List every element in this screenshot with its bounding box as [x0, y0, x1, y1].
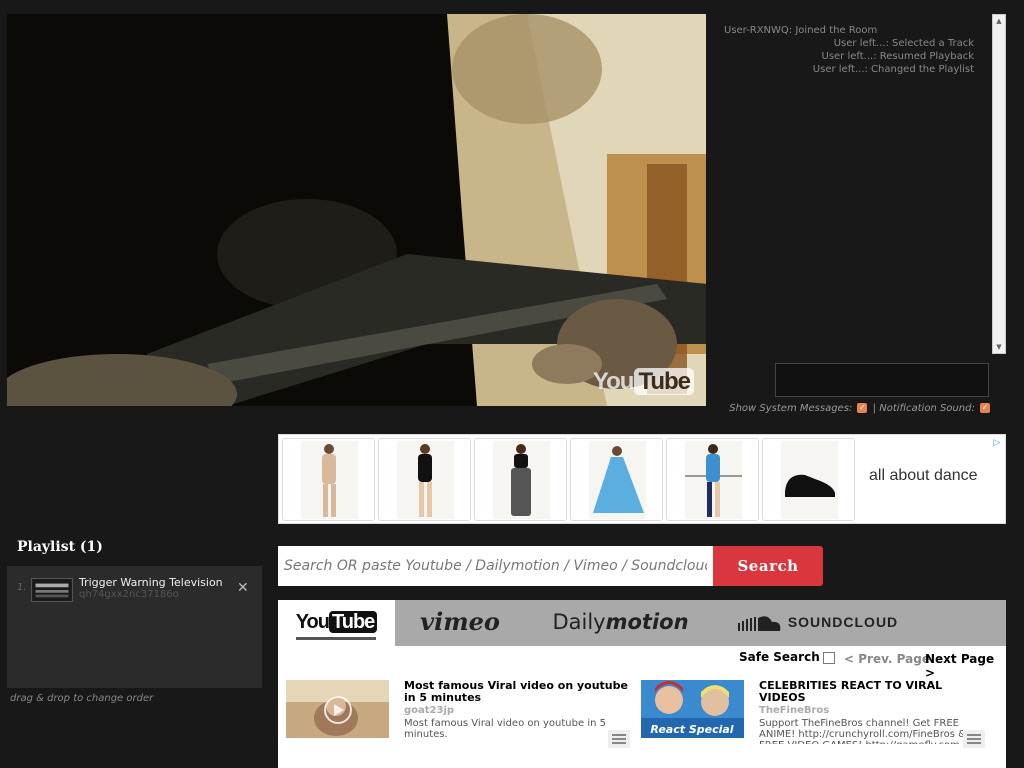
- scroll-up-arrow-icon[interactable]: ▲: [993, 15, 1005, 27]
- chat-log: User-RXNWQ: Joined the Room User left...…: [710, 14, 990, 354]
- ad-product-tile[interactable]: [378, 438, 471, 521]
- notification-sound-checkbox[interactable]: ✓: [980, 403, 990, 413]
- ad-product-tile[interactable]: [282, 438, 375, 521]
- chat-options: Show System Messages: ✓ | Notification S…: [700, 403, 992, 414]
- ad-choices-icon[interactable]: ▷: [991, 437, 1003, 449]
- result-thumbnail-label: React Special: [650, 723, 733, 736]
- ad-product-image: [301, 441, 358, 519]
- playlist-item-thumbnail: [31, 578, 73, 602]
- chat-message: User left...: Changed the Playlist: [812, 64, 974, 75]
- playlist-hint: drag & drop to change order: [10, 693, 154, 704]
- playlist-header: Playlist (1): [7, 530, 262, 564]
- result-item[interactable]: React Special CELEBRITIES REACT TO VIRAL…: [641, 680, 985, 760]
- playlist-item[interactable]: 1. Trigger Warning Television qh74gxx2nc…: [7, 570, 262, 606]
- playlist-item-number: 1.: [17, 582, 27, 593]
- ad-banner[interactable]: all about dance ▷: [278, 434, 1006, 524]
- chat-message: User-RXNWQ: Joined the Room: [724, 25, 878, 36]
- provider-tabs: You Tube vimeo Dailymotion SOUNDCLOUD: [278, 600, 1006, 646]
- search-button[interactable]: Search: [713, 546, 823, 586]
- safe-search-checkbox[interactable]: [822, 651, 835, 664]
- ad-product-image: [781, 441, 838, 519]
- show-system-messages-checkbox[interactable]: ✓: [857, 403, 868, 413]
- result-channel: goat23jp: [404, 705, 455, 716]
- result-title[interactable]: Most famous Viral video on youtube in 5 …: [404, 680, 634, 704]
- tab-youtube[interactable]: You Tube: [278, 600, 395, 646]
- ad-product-image: [397, 441, 454, 519]
- result-thumbnail[interactable]: [286, 680, 389, 738]
- show-system-messages-label: Show System Messages:: [729, 403, 853, 414]
- youtube-watermark: You Tube: [593, 368, 694, 396]
- playlist-panel: 1. Trigger Warning Television qh74gxx2nc…: [7, 566, 262, 688]
- chat-scrollbar[interactable]: ▲ ▼: [992, 14, 1006, 354]
- next-page-link[interactable]: Next Page >: [925, 652, 1006, 680]
- chat-input[interactable]: [775, 363, 989, 397]
- video-player[interactable]: You Tube: [7, 14, 706, 406]
- result-menu-icon[interactable]: [608, 730, 630, 748]
- tab-dailymotion[interactable]: Dailymotion: [538, 600, 703, 646]
- result-description: Most famous Viral video on youtube in 5 …: [404, 718, 606, 740]
- ad-product-tile[interactable]: [666, 438, 759, 521]
- result-item[interactable]: Most famous Viral video on youtube in 5 …: [286, 680, 630, 760]
- result-thumbnail[interactable]: React Special: [641, 680, 744, 738]
- ad-product-image: [493, 441, 550, 519]
- result-title[interactable]: CELEBRITIES REACT TO VIRAL VIDEOS: [759, 680, 989, 704]
- tab-soundcloud[interactable]: SOUNDCLOUD: [733, 600, 903, 646]
- youtube-logo: You Tube: [296, 611, 378, 633]
- prev-page-link[interactable]: < Prev. Page: [844, 652, 930, 666]
- ad-brand-logo[interactable]: all about dance: [869, 467, 978, 485]
- result-menu-icon[interactable]: [963, 730, 985, 748]
- playlist-item-title: Trigger Warning Television: [79, 576, 223, 589]
- ad-product-tile[interactable]: [474, 438, 567, 521]
- search-results: Safe Search < Prev. Page Next Page > Mos…: [278, 646, 1006, 768]
- ad-product-tile[interactable]: [762, 438, 855, 521]
- scroll-down-arrow-icon[interactable]: ▼: [993, 341, 1005, 353]
- search-input[interactable]: [278, 546, 713, 586]
- remove-item-icon[interactable]: ✕: [237, 580, 249, 596]
- ad-product-image: [589, 441, 646, 519]
- active-tab-indicator: [296, 637, 376, 640]
- ad-product-tile[interactable]: [570, 438, 663, 521]
- video-frame: [7, 14, 706, 406]
- options-separator: |: [872, 403, 877, 414]
- playlist-title: Playlist (1): [17, 539, 103, 555]
- playlist-item-id: qh74gxx2nc37186o: [79, 589, 179, 600]
- soundcloud-cloud-icon: [737, 616, 781, 632]
- notification-sound-label: Notification Sound:: [879, 403, 975, 414]
- tab-vimeo[interactable]: vimeo: [395, 600, 525, 646]
- result-description: Support TheFineBros channel! Get FREE AN…: [759, 718, 966, 744]
- safe-search-toggle[interactable]: Safe Search: [739, 650, 835, 664]
- chat-message: User left...: Selected a Track: [833, 38, 974, 49]
- result-channel: TheFineBros: [759, 705, 830, 716]
- chat-message: User left...: Resumed Playback: [821, 51, 975, 62]
- ad-product-image: [685, 441, 742, 519]
